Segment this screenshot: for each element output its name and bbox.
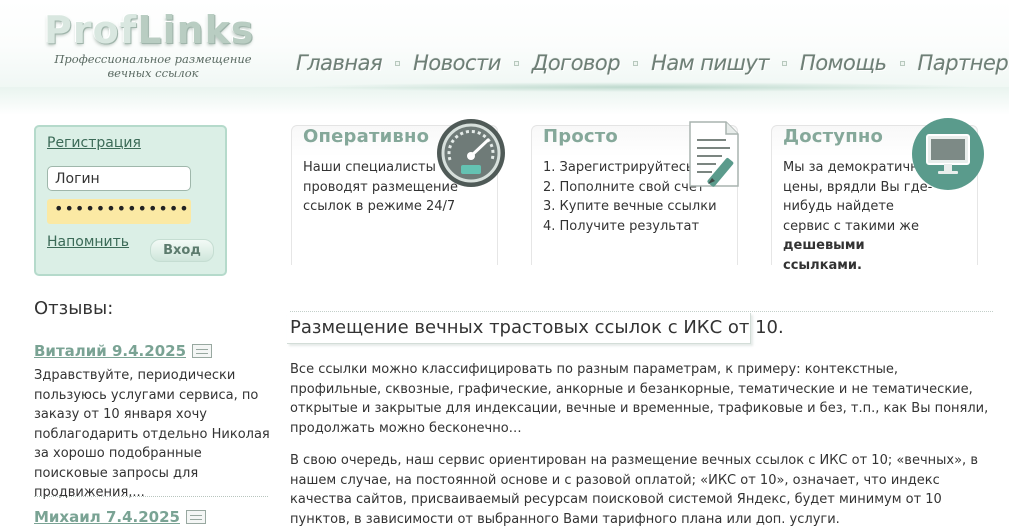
review-text: Здравствуйте, периодически пользуюсь усл… bbox=[34, 368, 270, 500]
list-item: 3. Купите вечные ссылки bbox=[543, 199, 717, 214]
logo-part-prof: Prof bbox=[44, 8, 138, 52]
feature-card-fast: Оперативно Наши специалисты проводят раз… bbox=[291, 119, 505, 265]
card-text-line: нибудь найдете bbox=[783, 199, 894, 214]
login-button[interactable]: Вход bbox=[150, 239, 214, 262]
review-author-link[interactable]: Виталий 9.4.2025 bbox=[34, 342, 186, 360]
nav-separator bbox=[782, 60, 788, 66]
content-paragraph: Все ссылки можно классифицировать по раз… bbox=[290, 362, 989, 436]
card-text-bold-line: ссылками. bbox=[783, 257, 862, 273]
logo-part-links: Links bbox=[137, 8, 255, 52]
content-divider bbox=[290, 311, 993, 312]
card-text: Наши специалисты проводят размещение ссы… bbox=[303, 158, 458, 217]
speedometer-icon bbox=[437, 119, 505, 187]
nav-separator bbox=[633, 60, 639, 66]
nav-item-help[interactable]: Помощь bbox=[800, 51, 887, 75]
reviews-heading: Отзывы: bbox=[34, 298, 114, 319]
monitor-icon bbox=[912, 118, 984, 190]
card-text-bold-line: дешевыми bbox=[783, 238, 865, 253]
logo-tagline: Профессиональное размещение вечных ссыло… bbox=[54, 52, 252, 80]
feature-card-affordable: Доступно Мы за демократичные цены, врядл… bbox=[771, 118, 984, 273]
document-icon[interactable] bbox=[192, 344, 213, 358]
login-form: Регистрация ••••••••••••• Напомнить Вход bbox=[34, 125, 227, 276]
review-divider bbox=[34, 496, 268, 497]
nav-separator bbox=[513, 60, 519, 66]
review-author-link[interactable]: Михаил 7.4.2025 bbox=[34, 508, 180, 526]
review-header: Виталий 9.4.2025 bbox=[34, 342, 270, 360]
card-text-line: сервис с такими же bbox=[783, 218, 920, 234]
list-item: 4. Получите результат bbox=[543, 218, 700, 234]
main-nav: Главная Новости Договор Нам пишут Помощь… bbox=[296, 46, 1009, 80]
review-item: Виталий 9.4.2025 Здравствуйте, периодиче… bbox=[34, 342, 270, 503]
password-field[interactable]: ••••••••••••• bbox=[47, 199, 191, 224]
review-item: Михаил 7.4.2025 bbox=[34, 508, 270, 526]
nav-item-news[interactable]: Новости bbox=[413, 51, 501, 75]
feature-card-simple: Просто 1. Зарегистрируйтесь 2. Пополните… bbox=[531, 121, 739, 265]
nav-item-contract[interactable]: Договор bbox=[532, 51, 621, 75]
card-text-line: ссылок в режиме 24/7 bbox=[303, 199, 456, 214]
nav-separator bbox=[395, 60, 401, 66]
review-header: Михаил 7.4.2025 bbox=[34, 508, 270, 526]
nav-shadow bbox=[300, 82, 980, 92]
page-title: Размещение вечных трастовых ссылок с ИКС… bbox=[290, 317, 784, 338]
nav-item-partners[interactable]: Партнерам bbox=[918, 51, 1009, 75]
logo-text: ProfLinks bbox=[44, 8, 254, 52]
content-paragraph: В свою очередь, наш сервис ориентирован … bbox=[290, 453, 978, 527]
card-text-line: Наши специалисты bbox=[303, 160, 436, 175]
document-pen-icon bbox=[689, 121, 739, 187]
card-title: Оперативно bbox=[303, 126, 430, 147]
document-icon[interactable] bbox=[185, 510, 206, 524]
nav-item-testimonials[interactable]: Нам пишут bbox=[651, 51, 769, 75]
nav-item-home[interactable]: Главная bbox=[296, 51, 383, 75]
login-field[interactable] bbox=[47, 166, 191, 191]
remind-password-link[interactable]: Напомнить bbox=[47, 234, 129, 250]
card-text-line: проводят размещение bbox=[303, 179, 458, 195]
register-link[interactable]: Регистрация bbox=[47, 135, 141, 151]
card-title: Доступно bbox=[783, 126, 884, 147]
nav-separator bbox=[899, 60, 905, 66]
card-title: Просто bbox=[543, 126, 618, 147]
logo[interactable]: ProfLinks Профессиональное размещение ве… bbox=[38, 6, 268, 86]
